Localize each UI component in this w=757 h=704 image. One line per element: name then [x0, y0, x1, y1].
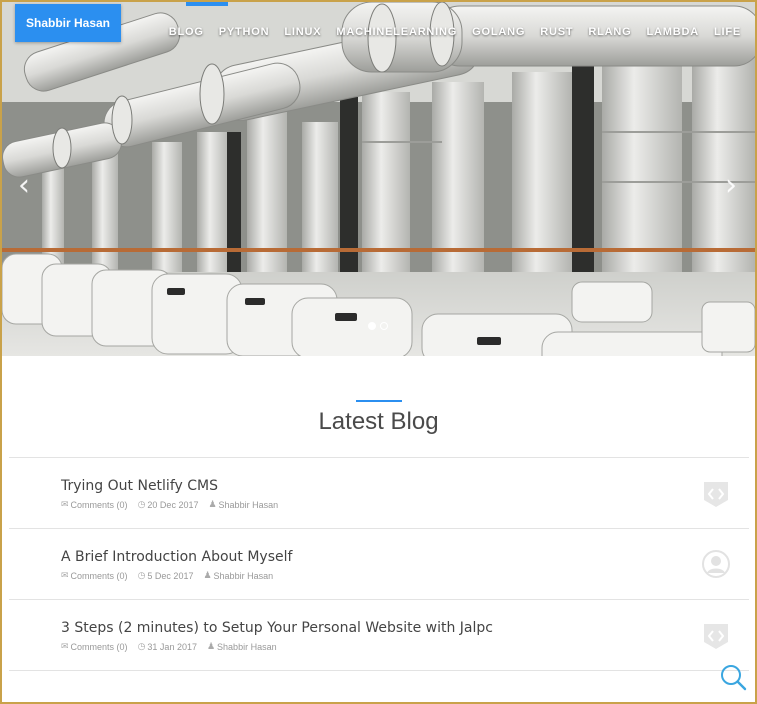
- author-name: Shabbir Hasan: [213, 571, 274, 581]
- nav-item-lambda[interactable]: LAMBDA: [646, 26, 698, 38]
- carousel-indicators: [368, 322, 388, 330]
- list-item[interactable]: A Brief Introduction About Myself ✉ Comme…: [9, 529, 749, 600]
- nav-item-blog[interactable]: BLOG: [169, 26, 204, 38]
- post-list: Trying Out Netlify CMS ✉ Comments (0) ◷ 20…: [9, 457, 749, 671]
- comments-icon: ✉: [61, 642, 69, 652]
- user-icon: ♟: [208, 500, 217, 510]
- main-nav: BLOG PYTHON LINUX MACHINELEARNING GOLANG…: [154, 26, 741, 38]
- user-icon: ♟: [206, 642, 216, 652]
- author-name: Shabbir Hasan: [218, 500, 279, 510]
- post-meta: ✉ Comments (0) ◷ 20 Dec 2017 ♟ Shabbir Hasa…: [61, 500, 278, 510]
- search-icon[interactable]: [718, 662, 748, 692]
- post-date: ◷ 31 Jan 2017: [138, 642, 197, 652]
- clock-icon: ◷: [137, 571, 146, 581]
- user-icon: ♟: [203, 571, 212, 581]
- post-date: ◷ 5 Dec 2017: [138, 571, 194, 581]
- author-name: Shabbir Hasan: [217, 642, 277, 652]
- carousel-dot-1[interactable]: [368, 322, 376, 330]
- hero-image: [2, 2, 755, 356]
- nav-item-golang[interactable]: GOLANG: [472, 26, 525, 38]
- post-title[interactable]: Trying Out Netlify CMS: [61, 478, 218, 494]
- post-comments: ✉ Comments (0): [61, 571, 128, 581]
- section-divider: [356, 400, 402, 402]
- code-shield-icon: [704, 624, 728, 649]
- nav-item-linux[interactable]: LINUX: [284, 26, 321, 38]
- nav-item-machinelearning[interactable]: MACHINELEARNING: [336, 26, 457, 38]
- brand-name: Shabbir Hasan: [25, 16, 111, 30]
- post-comments: ✉ Comments (0): [61, 642, 128, 652]
- comments-count: Comments (0): [70, 500, 128, 510]
- nav-item-life[interactable]: LIFE: [714, 26, 741, 38]
- post-title[interactable]: 3 Steps (2 minutes) to Setup Your Person…: [61, 620, 493, 636]
- date-text: 5 Dec 2017: [147, 571, 194, 581]
- comments-icon: ✉: [61, 500, 69, 510]
- date-text: 31 Jan 2017: [147, 642, 197, 652]
- comments-count: Comments (0): [70, 571, 128, 581]
- clock-icon: ◷: [137, 642, 146, 652]
- nav-item-rlang[interactable]: RLANG: [588, 26, 631, 38]
- section-title: Latest Blog: [318, 408, 439, 435]
- post-author: ♟ Shabbir Hasan: [207, 642, 277, 652]
- post-author: ♟ Shabbir Hasan: [208, 500, 278, 510]
- page: Shabbir Hasan BLOG PYTHON LINUX MACHINEL…: [2, 2, 755, 702]
- clock-icon: ◷: [137, 500, 146, 510]
- post-meta: ✉ Comments (0) ◷ 5 Dec 2017 ♟ Shabbir Hasan: [61, 571, 273, 581]
- hero-carousel: Shabbir Hasan BLOG PYTHON LINUX MACHINEL…: [2, 2, 755, 356]
- user-avatar-icon: [702, 550, 730, 578]
- list-item[interactable]: Trying Out Netlify CMS ✉ Comments (0) ◷ 20…: [9, 458, 749, 529]
- post-author: ♟ Shabbir Hasan: [203, 571, 273, 581]
- post-date: ◷ 20 Dec 2017: [138, 500, 199, 510]
- list-item[interactable]: 3 Steps (2 minutes) to Setup Your Person…: [9, 600, 749, 671]
- code-shield-icon: [704, 482, 728, 507]
- post-comments: ✉ Comments (0): [61, 500, 128, 510]
- carousel-dot-2[interactable]: [380, 322, 388, 330]
- date-text: 20 Dec 2017: [147, 500, 199, 510]
- comments-icon: ✉: [61, 571, 69, 581]
- brand-logo[interactable]: Shabbir Hasan: [15, 4, 121, 42]
- nav-item-python[interactable]: PYTHON: [219, 26, 270, 38]
- nav-active-indicator: [186, 2, 228, 6]
- nav-item-rust[interactable]: RUST: [540, 26, 573, 38]
- chevron-left-icon[interactable]: ‹: [12, 171, 36, 201]
- post-title[interactable]: A Brief Introduction About Myself: [61, 549, 292, 565]
- chevron-right-icon[interactable]: ›: [719, 171, 743, 201]
- post-meta: ✉ Comments (0) ◷ 31 Jan 2017 ♟ Shabbir Hasa…: [61, 642, 277, 652]
- comments-count: Comments (0): [70, 642, 128, 652]
